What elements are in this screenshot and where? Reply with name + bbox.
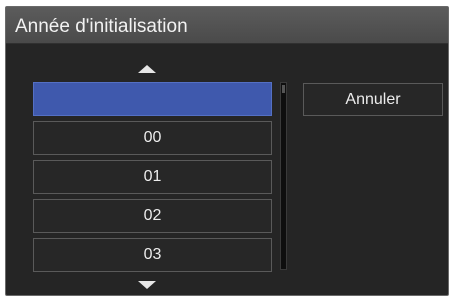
scroll-up-icon[interactable] [138, 65, 156, 73]
year-init-dialog: Année d'initialisation 00 01 02 03 Annul… [5, 6, 449, 296]
list-item-selected[interactable] [33, 82, 272, 116]
list-item[interactable]: 03 [33, 238, 272, 272]
cancel-button[interactable]: Annuler [303, 83, 443, 116]
dialog-title: Année d'initialisation [15, 16, 188, 37]
scrollbar-thumb[interactable] [282, 85, 285, 93]
list-item[interactable]: 00 [33, 121, 272, 155]
dialog-title-bar: Année d'initialisation [6, 7, 448, 44]
list-scrollbar[interactable] [280, 82, 287, 270]
scroll-down-icon[interactable] [138, 281, 156, 289]
list-item[interactable]: 02 [33, 199, 272, 233]
list-item[interactable]: 01 [33, 160, 272, 194]
